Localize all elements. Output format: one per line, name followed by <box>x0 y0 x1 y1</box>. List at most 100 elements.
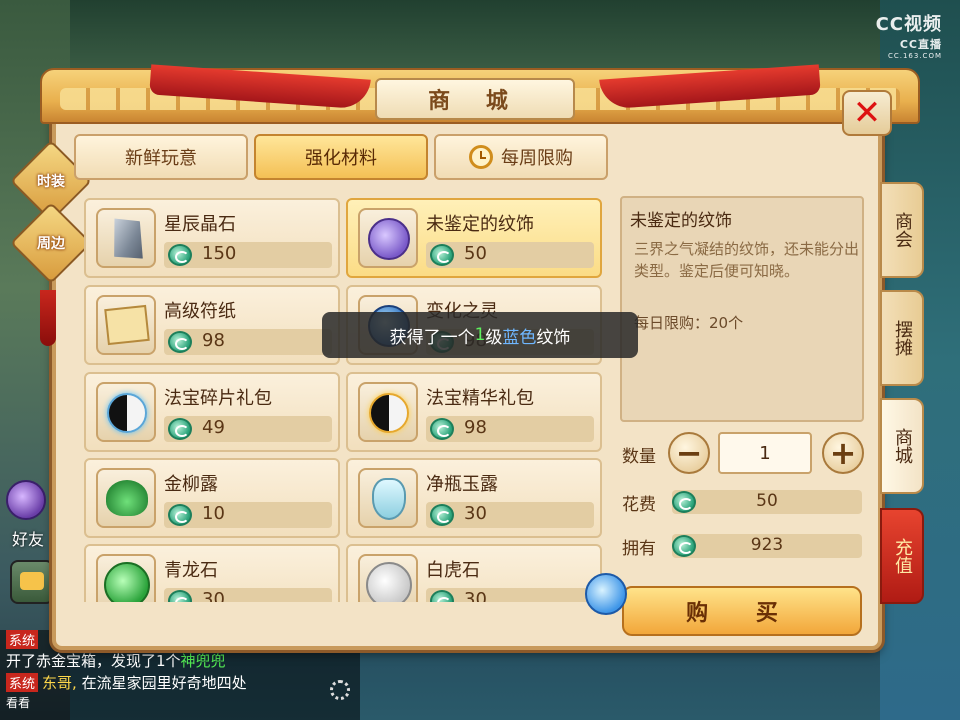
chat-line: 开了赤金宝箱，发现了1个神兜兜 <box>6 650 226 671</box>
item-name: 青龙石 <box>164 560 218 581</box>
close-icon: ✕ <box>852 93 882 133</box>
item-name: 白虎石 <box>426 560 480 581</box>
yinyang-gold-icon <box>358 382 418 442</box>
owned-value: 923 <box>750 535 784 555</box>
green-dragon-stone-icon <box>96 554 156 602</box>
talisman-paper-icon <box>96 295 156 355</box>
cost-label: 花费 <box>622 495 656 515</box>
cost-value: 50 <box>756 491 778 511</box>
jade-coin-icon <box>168 504 192 526</box>
item-price: 98 <box>202 330 225 351</box>
toast-notification: 获得了一个 1 级蓝色 纹饰 <box>322 312 638 358</box>
shop-item[interactable]: 金柳露 10 <box>84 458 340 538</box>
chat-icon[interactable] <box>10 560 54 604</box>
side-tab-label: 摆摊 <box>892 320 913 356</box>
chat-text: 看看 <box>6 696 31 710</box>
item-price: 30 <box>464 503 487 524</box>
watermark: CC视频 CC直播 CC.163.COM <box>876 10 942 60</box>
purple-pattern-icon <box>358 208 418 268</box>
jade-coin-icon <box>430 504 454 526</box>
side-tab-label: 商会 <box>892 212 913 248</box>
watermark-domain: CC.163.COM <box>887 52 942 60</box>
spirit-orb-icon <box>585 573 627 615</box>
item-name: 法宝精华礼包 <box>426 388 534 409</box>
item-name: 未鉴定的纹饰 <box>426 214 534 235</box>
price-bar: 98 <box>426 416 594 442</box>
item-grid[interactable]: 星辰晶石 150 未鉴定的纹饰 50 高级符纸 98 变化之灵 98 法宝碎片礼… <box>74 190 616 602</box>
side-tab-mall[interactable]: 商城 <box>880 398 924 494</box>
toast-suffix: 纹饰 <box>536 327 571 348</box>
jade-coin-icon <box>168 590 192 602</box>
item-detail-panel: 未鉴定的纹饰 三界之气凝结的纹饰，还未能分出类型。鉴定后便可知晓。 每日限购：2… <box>620 196 864 422</box>
crystal-icon <box>96 208 156 268</box>
price-bar: 30 <box>426 588 594 602</box>
decrease-button[interactable]: − <box>668 432 710 474</box>
owned-label: 拥有 <box>622 539 656 559</box>
price-bar: 30 <box>164 588 332 602</box>
friend-avatar[interactable] <box>6 480 46 520</box>
shop-item[interactable]: 星辰晶石 150 <box>84 198 340 278</box>
left-tag-merch[interactable]: 周边 <box>22 214 80 272</box>
item-price: 10 <box>202 503 225 524</box>
buy-button[interactable]: 购 买 <box>622 586 862 636</box>
detail-daily-limit: 每日限购：20个 <box>634 314 744 332</box>
toast-color-word: 蓝色 <box>502 327 537 348</box>
quantity-label: 数量 <box>622 447 656 467</box>
jade-coin-icon <box>168 244 192 266</box>
side-tab-label: 充值 <box>892 538 913 574</box>
price-bar: 10 <box>164 502 332 528</box>
shop-item[interactable]: 白虎石 30 <box>346 544 602 602</box>
shop-item[interactable]: 法宝碎片礼包 49 <box>84 372 340 452</box>
item-name: 净瓶玉露 <box>426 474 498 495</box>
minus-icon: − <box>675 434 703 472</box>
left-tag-fashion[interactable]: 时装 <box>22 152 80 210</box>
detail-item-name: 未鉴定的纹饰 <box>630 211 732 231</box>
jade-coin-icon <box>168 331 192 353</box>
item-name: 法宝碎片礼包 <box>164 388 272 409</box>
jade-coin-icon <box>168 418 192 440</box>
owned-bar: 923 <box>672 534 862 558</box>
shop-item[interactable]: 法宝精华礼包 98 <box>346 372 602 452</box>
white-tiger-stone-icon <box>358 554 418 602</box>
plus-icon: + <box>829 434 857 472</box>
toast-prefix: 获得了一个 <box>389 327 475 348</box>
shop-item[interactable]: 未鉴定的纹饰 50 <box>346 198 602 278</box>
item-price: 49 <box>202 417 225 438</box>
chat-line: 系统 东哥, 在流星家园里好奇地四处 <box>6 672 247 693</box>
chat-text: 开了赤金宝箱，发现了1个 <box>6 652 181 670</box>
tab-label: 强化材料 <box>305 148 377 169</box>
toast-level: 1 <box>474 325 486 345</box>
tab-enhance-materials[interactable]: 强化材料 <box>254 134 428 180</box>
quantity-input[interactable] <box>718 432 812 474</box>
cost-bar: 50 <box>672 490 862 514</box>
willow-dew-icon <box>96 468 156 528</box>
friend-label: 好友 <box>12 530 45 549</box>
shop-item[interactable]: 青龙石 30 <box>84 544 340 602</box>
toast-mid: 级 <box>485 327 503 348</box>
tab-weekly-limited[interactable]: 每周限购 <box>434 134 608 180</box>
side-tab-recharge[interactable]: 充值 <box>880 508 924 604</box>
shop-item[interactable]: 高级符纸 98 <box>84 285 340 365</box>
item-name: 高级符纸 <box>164 301 236 322</box>
shop-item[interactable]: 净瓶玉露 30 <box>346 458 602 538</box>
price-bar: 49 <box>164 416 332 442</box>
window-title: 商 城 <box>375 78 575 120</box>
tab-fresh-items[interactable]: 新鲜玩意 <box>74 134 248 180</box>
side-tab-guild-shop[interactable]: 商会 <box>880 182 924 278</box>
price-bar: 30 <box>426 502 594 528</box>
system-tag: 系统 <box>6 630 39 649</box>
chat-line: 系统 <box>6 630 42 649</box>
side-tab-label: 商城 <box>892 428 913 464</box>
gear-icon[interactable] <box>330 680 350 700</box>
chat-player-name[interactable]: 东哥, <box>42 674 77 692</box>
watermark-logo: CC直播 <box>899 38 942 51</box>
tab-label: 新鲜玩意 <box>125 148 197 169</box>
chat-line: 看看 <box>6 694 30 711</box>
detail-description: 三界之气凝结的纹饰，还未能分出类型。鉴定后便可知晓。 <box>634 240 860 280</box>
side-tab-stall[interactable]: 摆摊 <box>880 290 924 386</box>
price-bar: 98 <box>164 329 332 355</box>
close-button[interactable]: ✕ <box>842 90 892 136</box>
tab-label: 每周限购 <box>501 148 573 169</box>
chat-text: 在流星家园里好奇地四处 <box>76 674 247 692</box>
increase-button[interactable]: + <box>822 432 864 474</box>
